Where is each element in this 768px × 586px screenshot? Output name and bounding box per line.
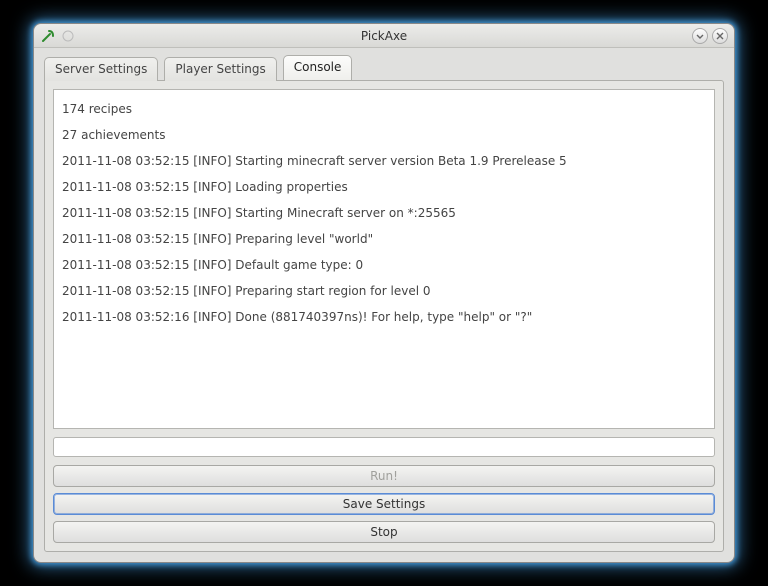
console-line: 2011-11-08 03:52:15 [INFO] Loading prope… <box>62 174 706 200</box>
minimize-button[interactable] <box>692 28 708 44</box>
console-input-row <box>53 437 715 457</box>
console-line: 2011-11-08 03:52:15 [INFO] Preparing sta… <box>62 278 706 304</box>
tabs-row: Server Settings Player Settings Console <box>44 54 724 80</box>
console-line: 2011-11-08 03:52:16 [INFO] Done (8817403… <box>62 304 706 330</box>
secondary-app-icon <box>60 28 76 44</box>
stop-button[interactable]: Stop <box>53 521 715 543</box>
save-settings-button[interactable]: Save Settings <box>53 493 715 515</box>
console-line: 2011-11-08 03:52:15 [INFO] Starting mine… <box>62 148 706 174</box>
titlebar: PickAxe <box>34 24 734 48</box>
console-line: 2011-11-08 03:52:15 [INFO] Preparing lev… <box>62 226 706 252</box>
tab-panel: 174 recipes27 achievements2011-11-08 03:… <box>44 80 724 552</box>
run-button: Run! <box>53 465 715 487</box>
console-line: 174 recipes <box>62 96 706 122</box>
close-button[interactable] <box>712 28 728 44</box>
console-line: 2011-11-08 03:52:15 [INFO] Default game … <box>62 252 706 278</box>
action-buttons: Run! Save Settings Stop <box>53 465 715 543</box>
console-input[interactable] <box>53 437 715 457</box>
tab-player-settings[interactable]: Player Settings <box>164 57 276 81</box>
pickaxe-icon <box>40 28 56 44</box>
window-title: PickAxe <box>80 29 688 43</box>
window-content: Server Settings Player Settings Console … <box>34 48 734 562</box>
console-line: 27 achievements <box>62 122 706 148</box>
tab-console[interactable]: Console <box>283 55 353 80</box>
tab-server-settings[interactable]: Server Settings <box>44 57 158 81</box>
console-line: 2011-11-08 03:52:15 [INFO] Starting Mine… <box>62 200 706 226</box>
console-output[interactable]: 174 recipes27 achievements2011-11-08 03:… <box>53 89 715 429</box>
app-window: PickAxe Server Settings Player Settings … <box>33 23 735 563</box>
